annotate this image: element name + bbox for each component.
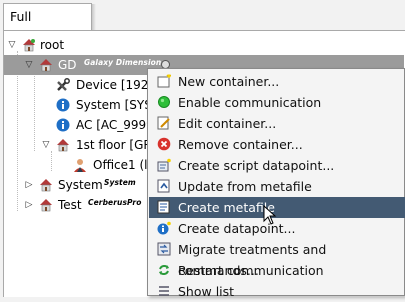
green-dot-icon	[158, 96, 170, 108]
house-icon	[40, 179, 52, 192]
node-tag: System	[104, 178, 136, 187]
menu-item-update-from-metafile[interactable]: Update from metafile	[149, 176, 405, 197]
menu-item-create-metafile[interactable]: Create metafile	[149, 197, 405, 218]
menu-item-show-list[interactable]: Show list	[149, 281, 405, 302]
menu-item-label: Create metafile	[178, 200, 275, 215]
update-metafile-icon	[157, 179, 170, 193]
tab-divider	[92, 4, 96, 30]
tree-node-label: Test	[58, 198, 82, 212]
tree-node-ac[interactable]: AC [AC_9999	[4, 115, 154, 135]
remove-icon	[157, 137, 171, 151]
menu-item-label: New container...	[178, 74, 280, 89]
tree-node-label: GD	[58, 58, 77, 72]
edit-icon	[157, 116, 170, 130]
menu-item-restart-communication[interactable]: Restart communication	[149, 260, 405, 281]
restart-icon	[159, 265, 169, 275]
tree-node-label: System [SYS	[76, 98, 152, 112]
menu-item-label: Update from metafile	[178, 179, 312, 194]
tab-full-hierarchy[interactable]: Full hierarchy	[3, 3, 92, 50]
menu-item-remove-container[interactable]: Remove container...	[149, 134, 405, 155]
tree-node-label: 1st floor [GR	[76, 138, 152, 152]
script-datapoint-icon	[157, 158, 171, 172]
house-icon	[40, 199, 52, 212]
mouse-pointer-icon	[263, 205, 277, 225]
menu-item-migrate-treatments[interactable]: Migrate treatments and commands...	[149, 239, 405, 278]
tree-node-system-sys[interactable]: System [SYS	[4, 95, 154, 115]
tree-node-label: System	[58, 178, 103, 192]
tree-node-test[interactable]: ▷ Test CerberusPro	[4, 195, 154, 215]
tree-node-system[interactable]: ▷ System System	[4, 175, 154, 195]
tree-node-label: AC [AC_9999	[76, 118, 154, 132]
house-icon	[57, 139, 69, 152]
context-menu: New container... Enable communication Ed…	[147, 68, 405, 299]
menu-item-label: Enable communication	[178, 95, 322, 110]
menu-item-label: Edit container...	[178, 116, 277, 131]
collapse-icon[interactable]: ▽	[41, 140, 51, 150]
tree-node-office1[interactable]: Office1 (li	[4, 155, 154, 175]
create-metafile-icon	[157, 200, 170, 214]
tree-node-label: Office1 (li	[93, 158, 151, 172]
new-container-icon	[157, 74, 171, 88]
tools-icon	[57, 78, 70, 91]
collapse-icon[interactable]: ▽	[24, 60, 34, 70]
collapse-icon[interactable]: ▽	[7, 40, 17, 50]
menu-item-label: Remove container...	[178, 137, 303, 152]
info-icon	[56, 98, 70, 112]
tree-node-1st-floor[interactable]: ▽ 1st floor [GR	[4, 135, 154, 155]
house-icon	[40, 59, 52, 72]
menu-item-create-script-datapoint[interactable]: Create script datapoint...	[149, 155, 405, 176]
tree-node-label: root	[40, 38, 65, 52]
node-tag: CerberusPro	[88, 198, 142, 207]
menu-item-new-container[interactable]: New container...	[149, 71, 405, 92]
info-icon	[56, 118, 70, 132]
tree-node-label: Device [192.	[76, 78, 153, 92]
tree-node-root[interactable]: ▽ root	[4, 35, 204, 55]
person-icon	[74, 159, 86, 172]
menu-item-edit-container[interactable]: Edit container...	[149, 113, 405, 134]
menu-item-label: Create datapoint...	[178, 221, 296, 236]
expand-icon[interactable]: ▷	[24, 200, 34, 210]
menu-item-label: Create script datapoint...	[178, 158, 335, 173]
menu-item-label: Show list	[178, 284, 235, 299]
tree-node-device[interactable]: Device [192.	[4, 75, 154, 95]
menu-item-label: Restart communication	[178, 263, 324, 278]
menu-item-enable-communication[interactable]: Enable communication	[149, 92, 405, 113]
migrate-icon	[157, 242, 171, 256]
menu-item-create-datapoint[interactable]: Create datapoint...	[149, 218, 405, 239]
house-icon	[23, 39, 35, 52]
tab-strip: Full hierarchy	[0, 0, 405, 50]
expand-icon[interactable]: ▷	[24, 180, 34, 190]
info-datapoint-icon	[157, 221, 171, 235]
